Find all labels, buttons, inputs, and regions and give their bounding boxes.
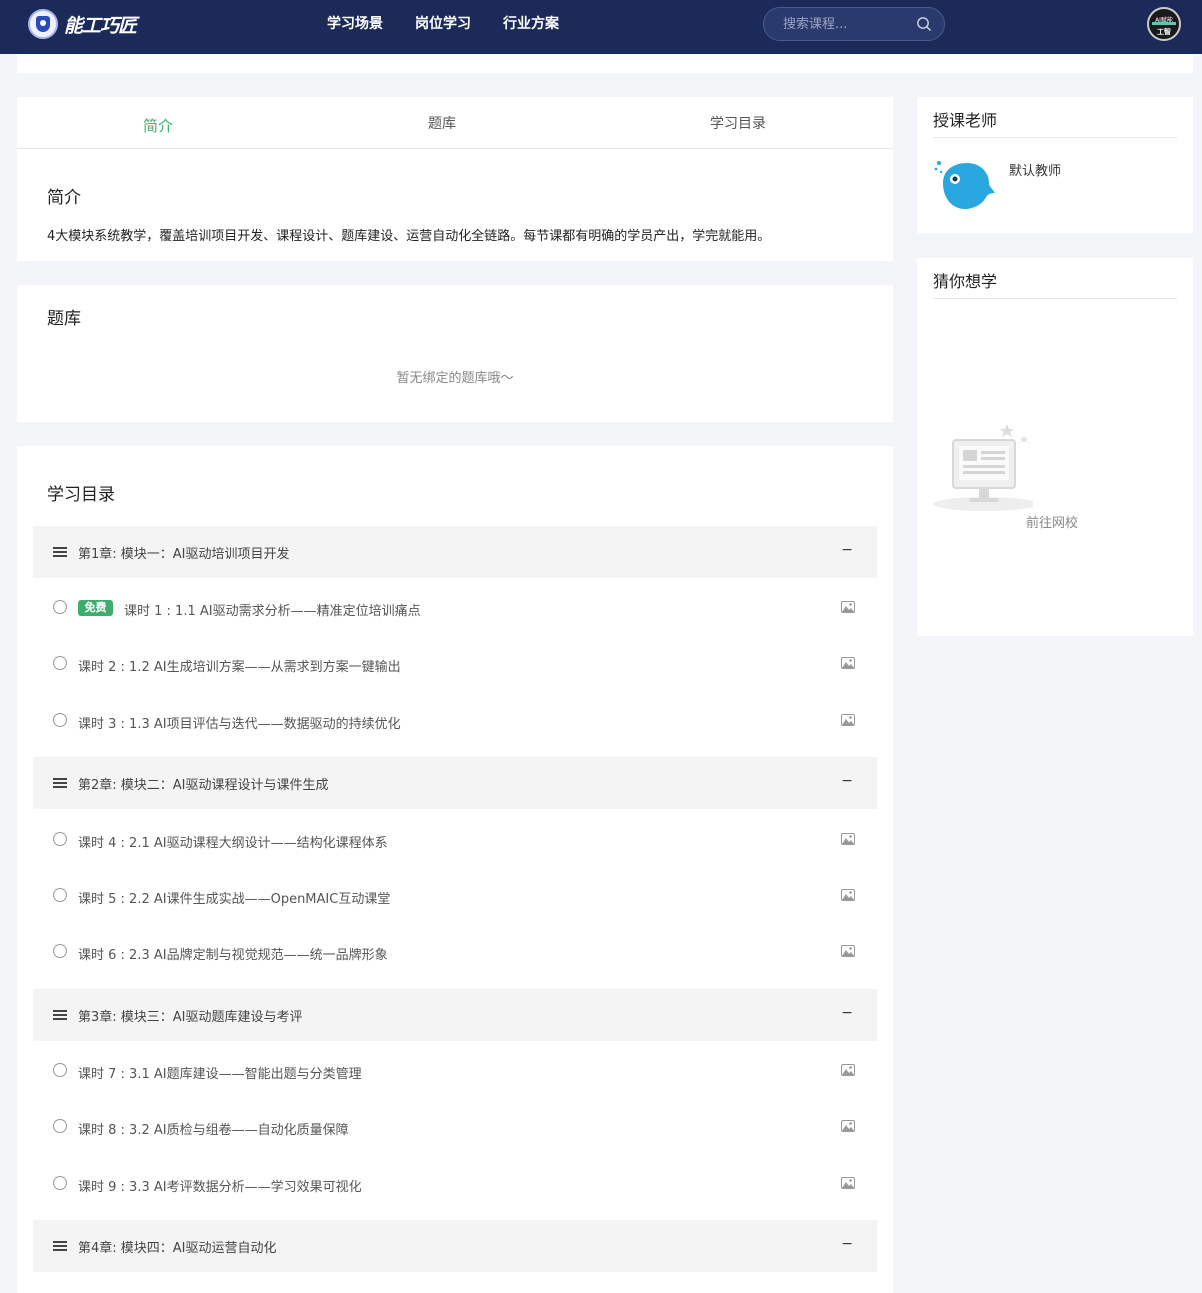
- main-nav: 学习场景 岗位学习 行业方案: [327, 14, 591, 34]
- tab-intro[interactable]: 简介: [143, 97, 173, 149]
- question-bank-empty-tip: 暂无绑定的题库哦～: [396, 371, 514, 386]
- lesson-item[interactable]: 免费 课时 1 : 1.1 AI驱动需求分析——精准定位培训痛点: [33, 587, 877, 627]
- lesson-type-icon: [841, 833, 855, 845]
- tab-question-bank[interactable]: 题库: [428, 97, 456, 149]
- collapse-icon[interactable]: −: [841, 773, 853, 789]
- logo-shield-icon: [28, 9, 58, 39]
- lesson-type-icon: [841, 889, 855, 901]
- teacher-name[interactable]: 默认教师: [1009, 160, 1061, 179]
- lesson-type-icon: [841, 945, 855, 957]
- lesson-radio[interactable]: [53, 600, 67, 614]
- lesson-type-icon: [841, 1177, 855, 1189]
- tab-bar: 简介 题库 学习目录: [17, 97, 893, 149]
- lesson-title[interactable]: 课时 7 : 3.1 AI题库建设——智能出题与分类管理: [78, 1063, 362, 1082]
- teacher-avatar[interactable]: [933, 159, 997, 211]
- lesson-type-icon: [841, 601, 855, 613]
- question-bank-title: 题库: [47, 309, 81, 329]
- lesson-title[interactable]: 课时 3 : 1.3 AI项目评估与迭代——数据驱动的持续优化: [78, 713, 401, 732]
- lesson-radio[interactable]: [53, 832, 67, 846]
- catalog-title: 学习目录: [47, 485, 115, 505]
- collapse-icon[interactable]: −: [841, 1236, 853, 1252]
- guess-card: 猜你想学 前往网校: [917, 258, 1193, 636]
- menu-icon: [53, 1241, 67, 1251]
- collapse-icon[interactable]: −: [841, 1005, 853, 1021]
- catalog-card: 学习目录 第1章: 模块一：AI驱动培训项目开发 − 免费 课时 1 : 1.1…: [17, 446, 893, 1293]
- lesson-item[interactable]: 课时 5 : 2.2 AI课件生成实战——OpenMAIC互动课堂: [33, 875, 877, 915]
- lesson-radio[interactable]: [53, 713, 67, 727]
- search-icon[interactable]: [916, 16, 932, 32]
- nav-industry-solutions[interactable]: 行业方案: [503, 14, 559, 34]
- guess-section-title: 猜你想学: [933, 272, 998, 291]
- nav-learning-scenes[interactable]: 学习场景: [327, 14, 383, 34]
- lesson-item[interactable]: 课时 8 : 3.2 AI质检与组卷——自动化质量保障: [33, 1106, 877, 1146]
- lesson-item[interactable]: 课时 9 : 3.3 AI考评数据分析——学习效果可视化: [33, 1163, 877, 1203]
- lesson-title[interactable]: 课时 5 : 2.2 AI课件生成实战——OpenMAIC互动课堂: [78, 888, 390, 907]
- chapter-header[interactable]: 第1章: 模块一：AI驱动培训项目开发 −: [33, 526, 877, 578]
- user-avatar[interactable]: AI赋能 工智: [1147, 7, 1181, 41]
- teacher-section-title: 授课老师: [933, 111, 998, 130]
- menu-icon: [53, 547, 67, 557]
- lesson-title[interactable]: 课时 2 : 1.2 AI生成培训方案——从需求到方案一键输出: [78, 656, 401, 675]
- go-to-school-link[interactable]: 前往网校: [1026, 512, 1078, 531]
- question-bank-card: 题库 暂无绑定的题库哦～: [17, 285, 893, 422]
- intro-card: 简介 题库 学习目录 简介 4大模块系统教学，覆盖培训项目开发、课程设计、题库建…: [17, 97, 893, 261]
- lesson-title[interactable]: 课时 8 : 3.2 AI质检与组卷——自动化质量保障: [78, 1119, 349, 1138]
- chapter-title: 第3章: 模块三：AI驱动题库建设与考评: [78, 1010, 303, 1025]
- lesson-radio[interactable]: [53, 888, 67, 902]
- tab-catalog[interactable]: 学习目录: [710, 97, 766, 149]
- empty-computer-icon: [933, 424, 1033, 511]
- teacher-card: 授课老师 默认教师: [917, 97, 1193, 233]
- lesson-item[interactable]: 课时 2 : 1.2 AI生成培训方案——从需求到方案一键输出: [33, 643, 877, 683]
- collapse-icon[interactable]: −: [841, 542, 853, 558]
- chapter-title: 第1章: 模块一：AI驱动培训项目开发: [78, 547, 290, 562]
- lesson-title[interactable]: 课时 9 : 3.3 AI考评数据分析——学习效果可视化: [78, 1176, 362, 1195]
- chapter-title: 第4章: 模块四：AI驱动运营自动化: [78, 1241, 277, 1256]
- lesson-item[interactable]: 课时 6 : 2.3 AI品牌定制与视觉规范——统一品牌形象: [33, 931, 877, 971]
- menu-icon: [53, 778, 67, 788]
- lesson-type-icon: [841, 1120, 855, 1132]
- lesson-title[interactable]: 课时 1 : 1.1 AI驱动需求分析——精准定位培训痛点: [124, 600, 421, 619]
- intro-text: 4大模块系统教学，覆盖培训项目开发、课程设计、题库建设、运营自动化全链路。每节课…: [47, 229, 771, 244]
- lesson-radio[interactable]: [53, 1119, 67, 1133]
- lesson-type-icon: [841, 1064, 855, 1076]
- free-badge: 免费: [78, 600, 113, 616]
- search-box: [763, 7, 945, 41]
- chapter-title: 第2章: 模块二：AI驱动课程设计与课件生成: [78, 778, 329, 793]
- lesson-item[interactable]: 课时 3 : 1.3 AI项目评估与迭代——数据驱动的持续优化: [33, 700, 877, 740]
- lesson-type-icon: [841, 714, 855, 726]
- chapter-header[interactable]: 第2章: 模块二：AI驱动课程设计与课件生成 −: [33, 757, 877, 809]
- lesson-type-icon: [841, 657, 855, 669]
- intro-title: 简介: [47, 188, 81, 208]
- lesson-title[interactable]: 课时 6 : 2.3 AI品牌定制与视觉规范——统一品牌形象: [78, 944, 388, 963]
- lesson-radio[interactable]: [53, 944, 67, 958]
- site-logo[interactable]: 能工巧匠: [28, 8, 137, 40]
- lesson-radio[interactable]: [53, 656, 67, 670]
- lesson-title[interactable]: 课时 4 : 2.1 AI驱动课程大纲设计——结构化课程体系: [78, 832, 388, 851]
- chapter-header[interactable]: 第3章: 模块三：AI驱动题库建设与考评 −: [33, 989, 877, 1041]
- lesson-radio[interactable]: [53, 1063, 67, 1077]
- chapter-header[interactable]: 第4章: 模块四：AI驱动运营自动化 −: [33, 1220, 877, 1272]
- logo-text: 能工巧匠: [64, 14, 137, 37]
- lesson-item[interactable]: 课时 4 : 2.1 AI驱动课程大纲设计——结构化课程体系: [33, 819, 877, 859]
- lesson-radio[interactable]: [53, 1176, 67, 1190]
- search-input[interactable]: [783, 15, 913, 33]
- top-navbar: 能工巧匠 学习场景 岗位学习 行业方案 AI赋能 工智: [0, 0, 1202, 54]
- avatar-bottom-text: 工智: [1157, 28, 1171, 36]
- nav-job-learning[interactable]: 岗位学习: [415, 14, 471, 34]
- lesson-item[interactable]: 课时 7 : 3.1 AI题库建设——智能出题与分类管理: [33, 1050, 877, 1090]
- top-strip: [17, 54, 1193, 73]
- menu-icon: [53, 1010, 67, 1020]
